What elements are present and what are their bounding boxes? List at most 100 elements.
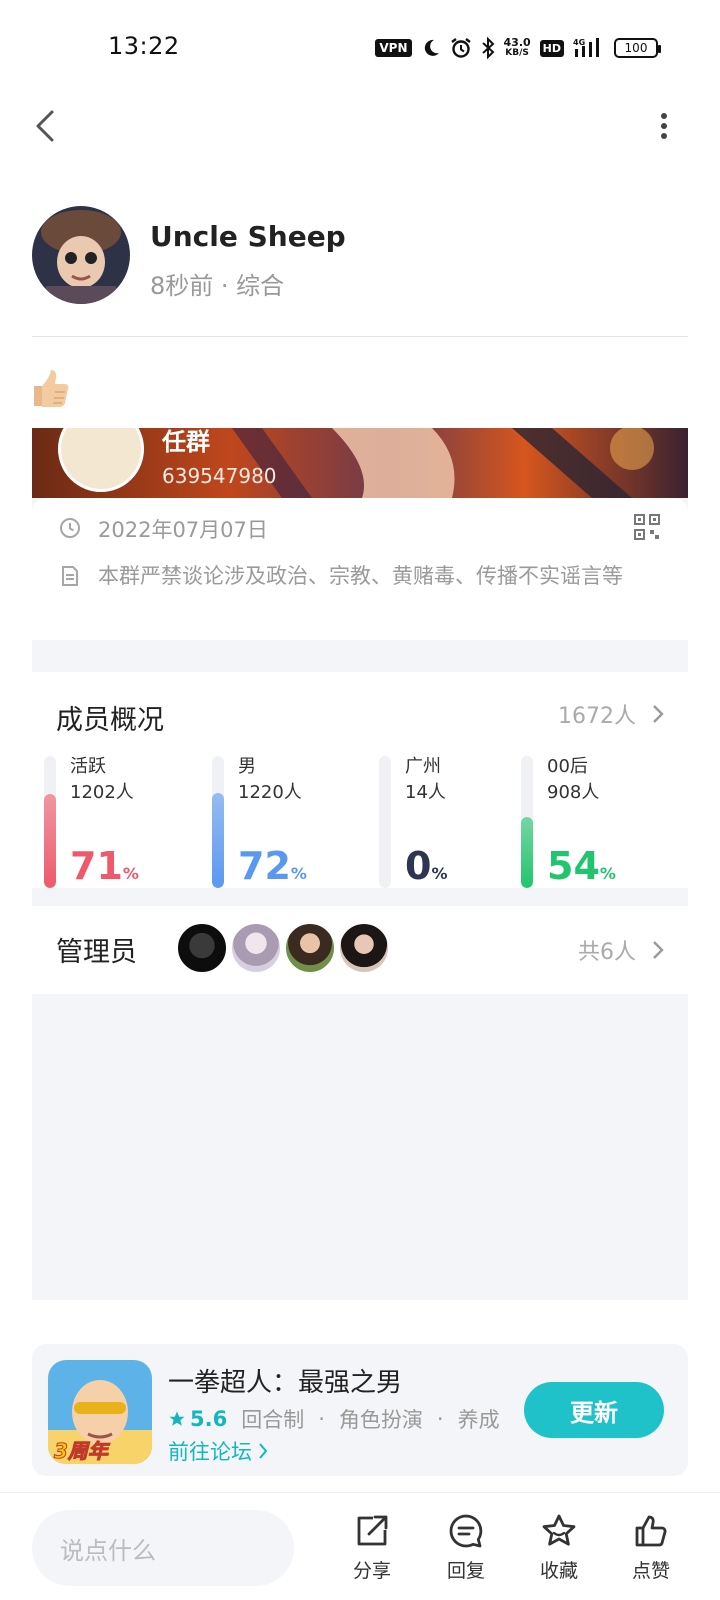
members-title: 成员概况 <box>56 705 164 736</box>
bluetooth-icon <box>481 37 494 59</box>
stat-count: 1202人 <box>70 782 134 803</box>
like-label: 点赞 <box>631 1560 670 1582</box>
moon-icon <box>424 39 439 56</box>
stat-label: 男 <box>238 756 256 777</box>
stat-percent: 0% <box>405 844 447 896</box>
avatar-image <box>32 206 130 304</box>
game-title[interactable]: 一拳超人：最强之男 <box>168 1362 402 1399</box>
chevron-left-icon <box>36 110 54 142</box>
stat-label: 00后 <box>547 756 588 777</box>
admins-section[interactable]: 管理员 共6人 <box>32 906 688 994</box>
author-avatar[interactable] <box>32 206 130 304</box>
update-button[interactable]: 更新 <box>524 1382 664 1438</box>
thumbs-up-emoji-icon <box>30 368 70 410</box>
status-icons: VPN 43.0 KB/S HD 4G 100 <box>375 34 661 62</box>
more-vertical-icon <box>661 113 667 139</box>
stat-count: 1220人 <box>238 782 302 803</box>
svg-text:4G: 4G <box>573 38 585 47</box>
stat-bar-track <box>212 756 224 888</box>
members-overview[interactable]: 成员概况 1672人 活跃 1202人 71% 男 1220人 72% 广州 14人 0% 00后… <box>32 672 688 888</box>
chevron-right-icon <box>653 705 664 723</box>
stat-percent-value: 71 <box>70 844 123 888</box>
more-button[interactable] <box>652 106 676 146</box>
admin-avatar[interactable] <box>176 922 228 974</box>
forum-link[interactable]: 前往论坛 <box>168 1436 268 1466</box>
group-rules: 本群严禁谈论涉及政治、宗教、黄赌毒、传播不实谣言等 <box>98 564 623 588</box>
game-card[interactable]: 3周年 一拳超人：最强之男 5.6 回合制 · 角色扮演 · 养成 前往论坛 更… <box>32 1344 688 1476</box>
comment-icon <box>449 1514 483 1548</box>
document-icon <box>62 566 78 586</box>
stat-label: 活跃 <box>70 756 106 777</box>
alarm-icon <box>450 38 471 58</box>
admins-total[interactable]: 共6人 <box>578 934 664 966</box>
stat-bar-track <box>379 756 391 888</box>
admin-avatar[interactable] <box>230 922 282 974</box>
stat-percent: 72% <box>238 844 307 896</box>
share-icon <box>357 1515 388 1546</box>
battery-icon: 100 <box>614 38 661 58</box>
game-meta: 5.6 回合制 · 角色扮演 · 养成 <box>168 1404 500 1434</box>
favorite-button[interactable]: 收藏 <box>524 1512 594 1592</box>
back-button[interactable] <box>28 104 68 148</box>
group-date-row: 2022年07月07日 <box>58 514 268 544</box>
group-card[interactable]: 任群 639547980 2022年07月07日 本群严禁谈论涉及政治、宗教、黄… <box>32 428 688 1300</box>
tag-separator: · <box>318 1407 325 1431</box>
thumbs-up-icon <box>635 1515 667 1547</box>
stat-percent-value: 54 <box>547 844 600 888</box>
qr-code-icon[interactable] <box>634 514 660 540</box>
members-total[interactable]: 1672人 <box>558 698 664 730</box>
member-stat: 00后 908人 54% <box>521 756 671 890</box>
like-button[interactable]: 点赞 <box>616 1512 686 1592</box>
favorite-label: 收藏 <box>539 1560 578 1582</box>
star-outline-icon <box>542 1514 576 1546</box>
divider <box>32 336 688 337</box>
group-date: 2022年07月07日 <box>98 518 268 542</box>
hd-icon: HD <box>539 39 564 57</box>
net-speed: 43.0 KB/S <box>503 36 531 58</box>
game-tag: 角色扮演 <box>338 1408 423 1432</box>
share-label: 分享 <box>352 1560 391 1582</box>
stat-count: 14人 <box>405 782 446 803</box>
author-name[interactable]: Uncle Sheep <box>150 220 346 253</box>
stat-percent-unit: % <box>599 864 616 883</box>
status-bar: 13:22 VPN 43.0 KB/S HD 4G 100 <box>0 0 720 96</box>
stat-bar-track <box>44 756 56 888</box>
group-name: 任群 <box>162 428 210 456</box>
member-stat: 男 1220人 72% <box>212 756 362 890</box>
divider <box>0 1492 720 1493</box>
game-anniversary-badge: 3周年 <box>54 1439 111 1463</box>
admin-avatar[interactable] <box>338 922 390 974</box>
stat-percent-unit: % <box>431 864 448 883</box>
comment-input[interactable]: 说点什么 <box>32 1510 294 1586</box>
reply-button[interactable]: 回复 <box>431 1512 501 1592</box>
member-stat: 广州 14人 0% <box>379 756 529 890</box>
stat-percent-unit: % <box>122 864 139 883</box>
game-tag: 养成 <box>457 1408 500 1432</box>
stat-percent-value: 0 <box>405 844 432 888</box>
group-id: 639547980 <box>162 464 277 488</box>
stat-label: 广州 <box>405 756 441 777</box>
admin-avatars <box>176 922 390 974</box>
game-tag: 回合制 <box>241 1408 305 1432</box>
stat-bar-fill <box>521 817 533 888</box>
stat-percent-value: 72 <box>238 844 291 888</box>
stat-count: 908人 <box>547 782 600 803</box>
admin-avatar[interactable] <box>284 922 336 974</box>
stat-percent: 71% <box>70 844 139 896</box>
chevron-right-icon <box>259 1443 268 1459</box>
clock-icon <box>60 518 80 538</box>
chevron-right-icon <box>653 941 664 959</box>
share-button[interactable]: 分享 <box>337 1512 407 1592</box>
game-icon[interactable]: 3周年 <box>48 1360 152 1464</box>
group-info: 2022年07月07日 本群严禁谈论涉及政治、宗教、黄赌毒、传播不实谣言等 <box>32 498 688 640</box>
stat-bar-fill <box>212 793 224 888</box>
signal-icon: 4G <box>573 38 599 57</box>
post-author: Uncle Sheep 8秒前 · 综合 <box>32 206 692 306</box>
admins-title: 管理员 <box>56 937 137 968</box>
member-stat: 活跃 1202人 71% <box>44 756 194 890</box>
stat-percent: 54% <box>547 844 616 896</box>
vpn-icon: VPN <box>375 39 412 57</box>
tag-separator: · <box>436 1407 444 1431</box>
post-meta: 8秒前 · 综合 <box>150 272 285 300</box>
status-time: 13:22 <box>108 32 180 60</box>
